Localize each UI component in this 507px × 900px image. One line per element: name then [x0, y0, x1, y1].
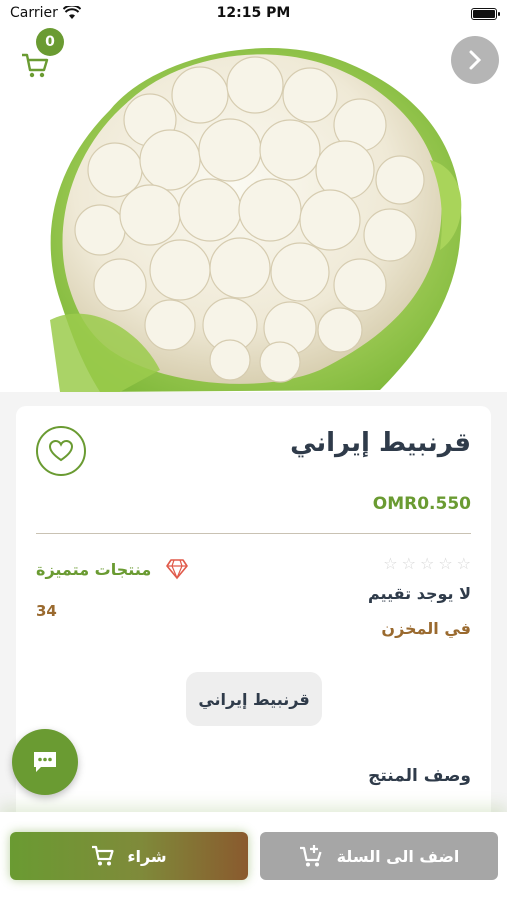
- heart-icon: [48, 439, 74, 462]
- chat-button[interactable]: [12, 729, 78, 795]
- stock-count: 34: [36, 602, 57, 620]
- featured-label: منتجات متميزة: [36, 559, 152, 579]
- bottom-action-bar: شراء اضف الى السلة: [0, 812, 507, 900]
- cauliflower-image: [50, 48, 462, 392]
- status-bar: Carrier 12:15 PM: [0, 0, 507, 28]
- cart-button[interactable]: 0: [20, 28, 64, 80]
- stock-label: في المخزن: [381, 619, 471, 638]
- product-image: 0: [0, 0, 507, 392]
- divider: [36, 533, 471, 534]
- product-price: OMR0.550: [372, 494, 471, 514]
- next-button[interactable]: [451, 36, 499, 84]
- cart-count-badge: 0: [36, 28, 64, 56]
- battery-icon: [471, 8, 500, 20]
- description-title: وصف المنتج: [368, 766, 471, 786]
- star-icon: ☆: [419, 554, 435, 573]
- add-to-cart-label: اضف الى السلة: [336, 846, 460, 866]
- cart-icon: [92, 845, 114, 866]
- product-tag-chip[interactable]: قرنبيط إيراني: [186, 672, 322, 726]
- buy-button[interactable]: شراء: [10, 832, 248, 880]
- add-to-cart-button[interactable]: اضف الى السلة: [260, 832, 498, 880]
- cart-icon: [22, 53, 49, 78]
- product-details-card: قرنبيط إيراني OMR0.550 ☆ ☆ ☆ ☆ ☆ لا يوجد…: [16, 406, 491, 826]
- featured-products-link[interactable]: منتجات متميزة: [36, 558, 189, 580]
- diamond-icon: [166, 559, 189, 580]
- add-cart-icon: [299, 845, 322, 867]
- rating-text: لا يوجد تقييم: [368, 584, 471, 603]
- buy-label: شراء: [127, 846, 167, 866]
- favorite-button[interactable]: [36, 426, 86, 476]
- chat-icon: [34, 752, 56, 772]
- star-icon: ☆: [383, 554, 398, 573]
- chevron-right-icon: [469, 50, 482, 70]
- star-icon: ☆: [438, 554, 453, 573]
- product-title: قرنبيط إيراني: [290, 428, 471, 458]
- star-icon: ☆: [401, 554, 416, 573]
- star-icon: ☆: [456, 554, 471, 573]
- rating-stars: ☆ ☆ ☆ ☆ ☆: [383, 554, 471, 573]
- status-time: 12:15 PM: [216, 5, 291, 21]
